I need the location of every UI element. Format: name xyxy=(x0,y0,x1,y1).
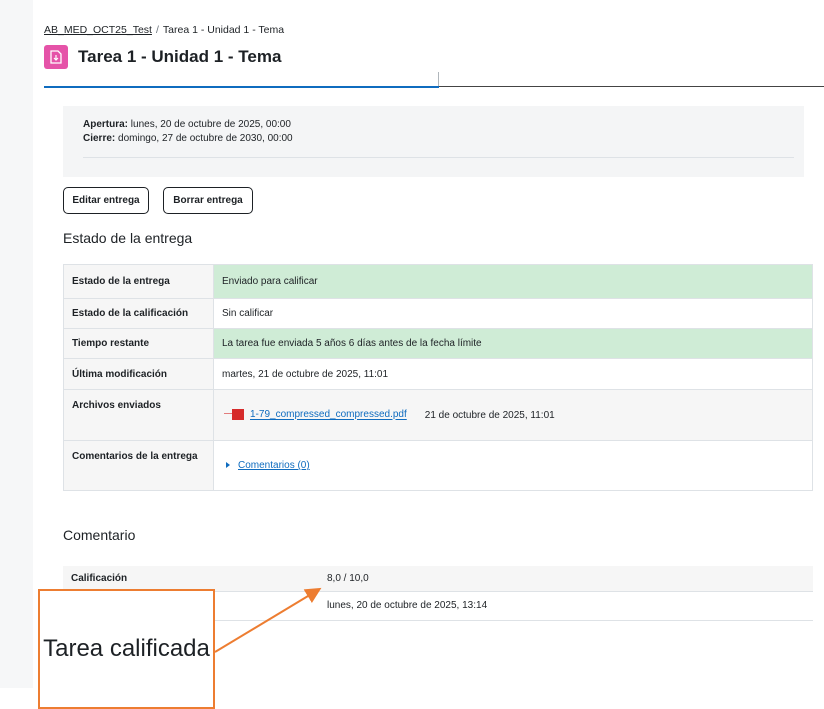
callout-arrow xyxy=(214,587,322,653)
graded-callout: Tarea calificada xyxy=(38,589,215,709)
